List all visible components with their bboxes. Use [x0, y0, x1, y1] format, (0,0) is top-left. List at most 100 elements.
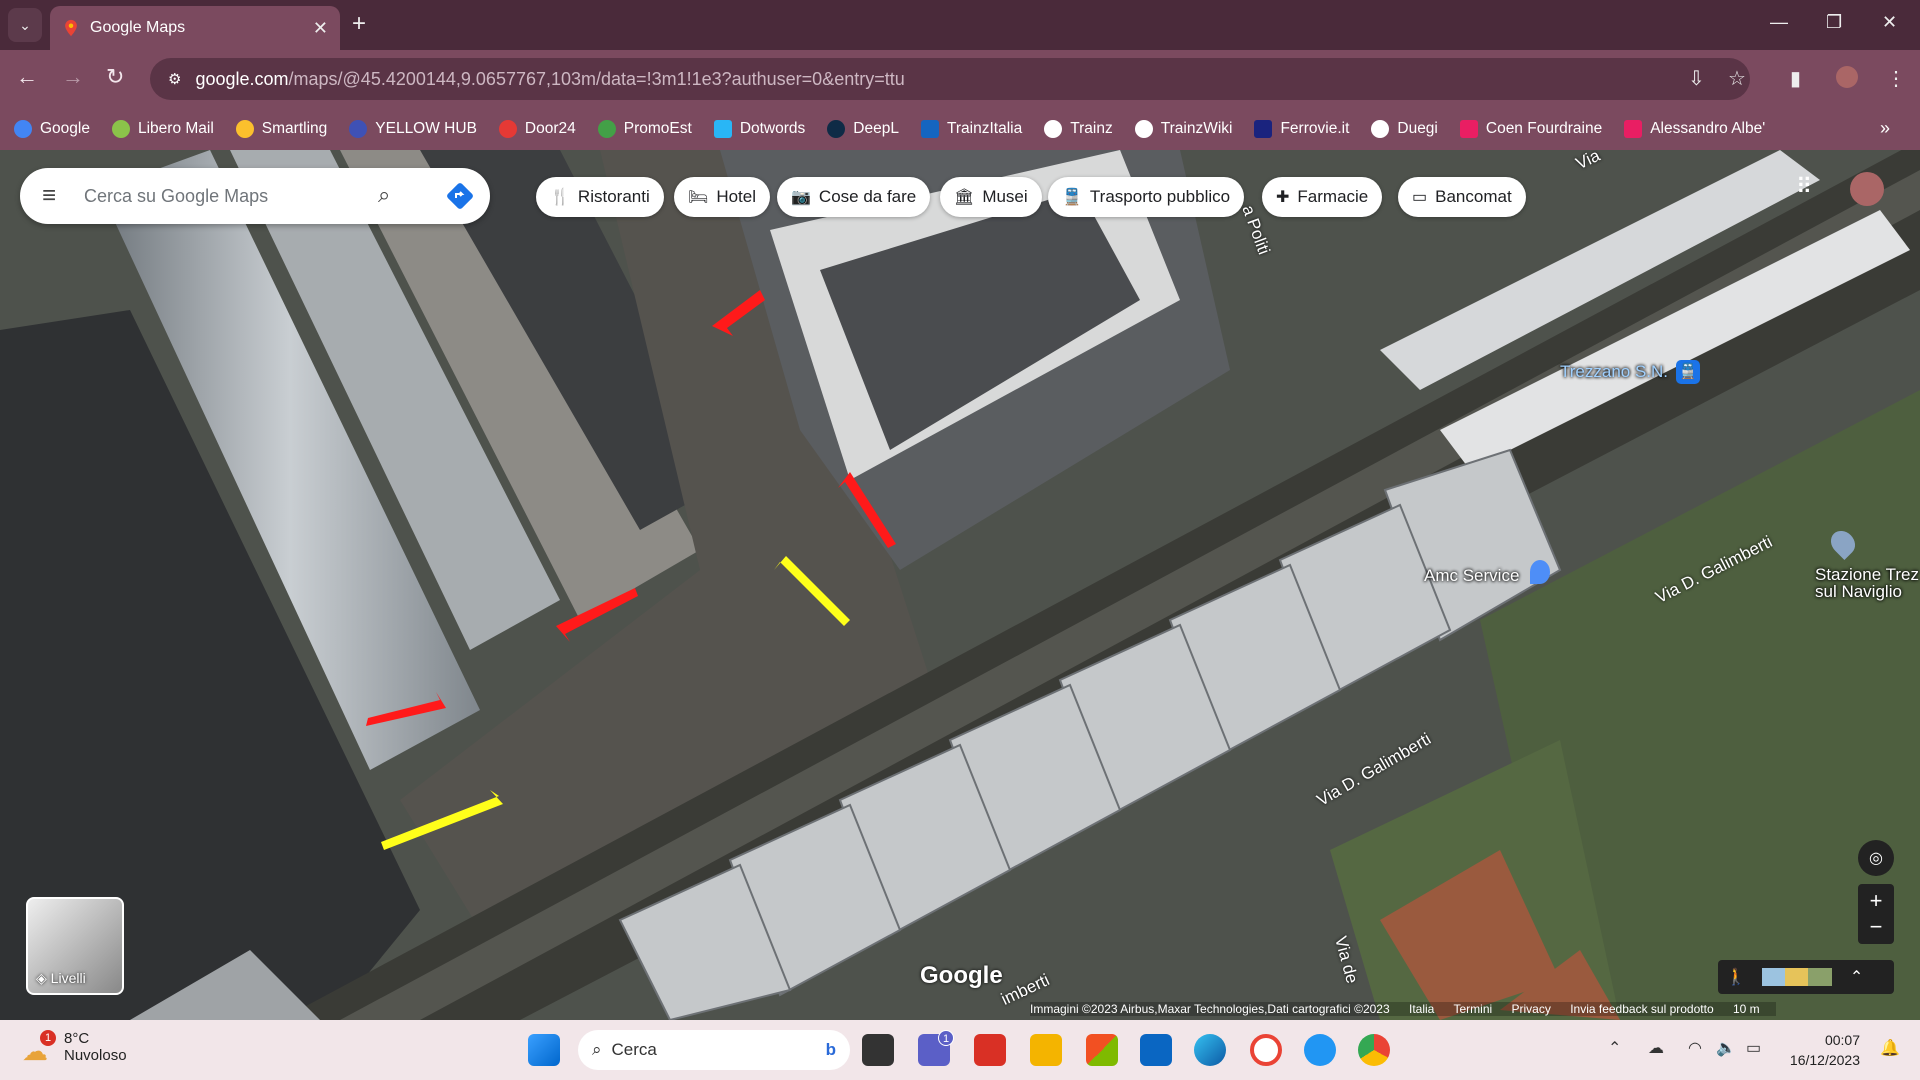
amc-service-label[interactable]: Amc Service	[1424, 566, 1519, 586]
maps-search-box[interactable]: ≡ Cerca su Google Maps ⌕	[20, 168, 490, 224]
pegman-icon[interactable]: 🚶	[1726, 967, 1746, 987]
browser-toolbar: ← → ↻ ⚙ google.com/maps/@45.4200144,9.06…	[0, 50, 1920, 108]
imagery-thumbnails[interactable]	[1761, 968, 1832, 986]
weather-app-icon[interactable]	[1304, 1034, 1336, 1066]
bookmark-google[interactable]: Google	[14, 120, 90, 138]
bookmark-promoest[interactable]: PromoEst	[597, 120, 692, 138]
chip-ristoranti[interactable]: 🍴 Ristoranti	[536, 177, 664, 217]
mcafee-icon[interactable]	[974, 1034, 1006, 1066]
weather-widget[interactable]: ☁ 1 8°C Nuvoloso	[20, 1030, 127, 1066]
bookmark-trainzwiki[interactable]: TrainzWiki	[1134, 120, 1232, 138]
bookmark-smartling[interactable]: Smartling	[235, 120, 327, 138]
station-label[interactable]: Trezzano S.N.	[1560, 362, 1668, 382]
stazione-label-line2[interactable]: sul Naviglio	[1815, 582, 1902, 602]
battery-icon[interactable]: ▭	[1746, 1038, 1761, 1058]
attribution-termini[interactable]: Termini	[1453, 1002, 1492, 1016]
google-icon	[14, 120, 32, 138]
ms-store-icon[interactable]	[1086, 1034, 1118, 1066]
bookmark-dotwords[interactable]: Dotwords	[713, 120, 805, 138]
search-icon[interactable]: ⌕	[378, 182, 390, 208]
file-explorer-icon[interactable]	[1030, 1034, 1062, 1066]
notification-bell-icon[interactable]: 🔔	[1880, 1038, 1900, 1058]
bookmark-alessandro[interactable]: Alessandro Albe'	[1624, 120, 1765, 138]
back-arrow-icon[interactable]: ←	[16, 64, 38, 90]
directions-icon[interactable]	[446, 182, 474, 210]
volume-icon[interactable]: 🔈	[1716, 1038, 1736, 1058]
scale-label[interactable]: 10 m	[1733, 1002, 1760, 1016]
edge-icon[interactable]	[1194, 1034, 1226, 1066]
zoom-out-icon[interactable]: −	[1870, 914, 1883, 940]
bing-icon: b	[825, 1040, 836, 1059]
tab-close-icon[interactable]: ✕	[313, 18, 328, 39]
task-view-icon[interactable]	[862, 1034, 894, 1066]
forward-arrow-icon[interactable]: →	[62, 64, 84, 90]
windows-taskbar: ☁ 1 8°C Nuvoloso ⌕ Cerca b 1 ⌃ ☁ ◠ 🔈 ▭ 0…	[0, 1020, 1920, 1080]
globe-icon	[1044, 120, 1063, 138]
bookmarks-overflow-icon[interactable]: »	[1880, 118, 1890, 139]
satellite-map[interactable]: ≡ Cerca su Google Maps ⌕ 🍴 Ristoranti 🛏 Ho…	[0, 150, 1920, 1020]
myhp-icon[interactable]	[1140, 1034, 1172, 1066]
close-window-icon[interactable]: ✕	[1882, 12, 1897, 33]
chip-cose-da-fare[interactable]: 📷 Cose da fare	[777, 177, 931, 217]
fork-knife-icon: 🍴	[550, 189, 570, 206]
my-location-icon[interactable]: ◎	[1858, 840, 1894, 876]
bookmark-door24[interactable]: Door24	[498, 120, 576, 138]
layers-label: Livelli	[50, 970, 86, 986]
place-pin-icon[interactable]	[1530, 560, 1550, 584]
tab-search-button[interactable]: ⌄	[8, 8, 42, 42]
search-input[interactable]: Cerca su Google Maps	[84, 186, 268, 207]
attribution-privacy[interactable]: Privacy	[1512, 1002, 1551, 1016]
side-panel-icon[interactable]: ▮	[1790, 66, 1801, 91]
train-station-icon[interactable]: 🚆	[1676, 360, 1700, 384]
chip-bancomat[interactable]: ▭ Bancomat	[1398, 177, 1526, 217]
app-circle-icon[interactable]	[1250, 1034, 1282, 1066]
globe-icon	[1371, 120, 1390, 138]
clock[interactable]: 00:07 16/12/2023	[1790, 1030, 1860, 1070]
minimize-icon[interactable]: —	[1770, 12, 1788, 33]
zoom-in-icon[interactable]: +	[1870, 888, 1883, 914]
expand-up-icon[interactable]: ⌃	[1850, 967, 1863, 987]
onedrive-icon[interactable]: ☁	[1648, 1038, 1664, 1058]
apps-grid-icon[interactable]: ⠿	[1796, 174, 1812, 200]
tab-google-maps[interactable]: Google Maps ✕	[50, 6, 340, 50]
teams-badge: 1	[938, 1030, 954, 1046]
install-app-icon[interactable]: ⇩	[1688, 66, 1705, 91]
reload-icon[interactable]: ↻	[106, 64, 124, 90]
bookmark-coen-fourdraine[interactable]: Coen Fourdraine	[1459, 120, 1602, 138]
windows-start-icon[interactable]	[528, 1034, 560, 1066]
museum-icon: 🏛	[954, 189, 975, 206]
address-bar[interactable]: ⚙ google.com/maps/@45.4200144,9.0657767,…	[150, 58, 1750, 100]
new-tab-button[interactable]: +	[352, 10, 366, 38]
attribution-feedback[interactable]: Invia feedback sul prodotto	[1570, 1002, 1713, 1016]
kebab-menu-icon[interactable]: ⋮	[1886, 66, 1906, 91]
attribution-italia[interactable]: Italia	[1409, 1002, 1434, 1016]
taskbar-search[interactable]: ⌕ Cerca b	[578, 1030, 850, 1070]
bookmark-trainz[interactable]: Trainz	[1044, 120, 1113, 138]
site-info-icon[interactable]: ⚙	[168, 70, 181, 88]
chip-hotel[interactable]: 🛏 Hotel	[674, 177, 770, 217]
bookmark-deepl[interactable]: DeepL	[827, 120, 899, 138]
weather-temp: 8°C	[64, 1030, 90, 1047]
hamburger-menu-icon[interactable]: ≡	[42, 182, 56, 210]
wifi-icon[interactable]: ◠	[1688, 1038, 1702, 1058]
show-hidden-icons[interactable]: ⌃	[1608, 1038, 1621, 1058]
bookmark-ferrovie[interactable]: Ferrovie.it	[1254, 120, 1349, 138]
ferrovie-icon	[1254, 120, 1273, 138]
profile-avatar[interactable]	[1836, 66, 1858, 88]
bookmark-yellow-hub[interactable]: YELLOW HUB	[349, 120, 477, 138]
infinity-icon	[349, 120, 368, 138]
chip-farmacie[interactable]: ✚ Farmacie	[1262, 177, 1383, 217]
chip-musei[interactable]: 🏛 Musei	[940, 177, 1042, 217]
taskbar-search-label: Cerca	[611, 1040, 657, 1059]
bookmark-duegi[interactable]: Duegi	[1371, 120, 1438, 138]
promoest-icon	[597, 120, 616, 138]
bookmark-star-icon[interactable]: ☆	[1728, 66, 1746, 91]
layers-toggle[interactable]: ◈ Livelli	[26, 897, 124, 995]
account-avatar[interactable]	[1850, 172, 1884, 206]
chrome-icon[interactable]	[1358, 1034, 1390, 1066]
bookmark-trainzitalia[interactable]: TrainzItalia	[920, 120, 1022, 138]
bookmark-libero-mail[interactable]: Libero Mail	[111, 120, 214, 138]
restore-icon[interactable]: ❐	[1826, 12, 1842, 33]
maps-pin-icon	[65, 19, 77, 37]
chip-trasporto-pubblico[interactable]: 🚆 Trasporto pubblico	[1048, 177, 1245, 217]
